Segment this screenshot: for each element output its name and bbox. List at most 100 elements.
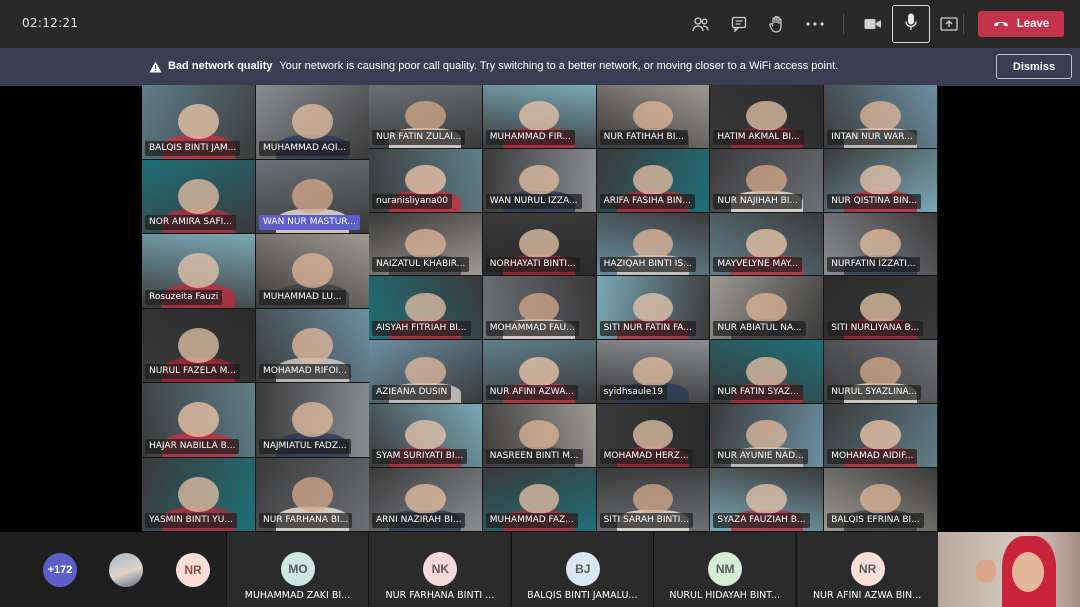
participant-video-tile[interactable]: NUR ABIATUL NA... xyxy=(710,276,824,340)
participant-name-label: MUHAMMAD FAZ... xyxy=(485,512,578,528)
participant-video-tile[interactable]: WAN NUR MASTUR... xyxy=(256,159,369,233)
participant-video-tile[interactable]: ARNI NAZIRAH BI... xyxy=(369,467,482,531)
avatar[interactable] xyxy=(109,553,143,587)
participant-face xyxy=(405,228,446,260)
warning-icon xyxy=(149,60,162,78)
participant-video-tile[interactable]: NUR FATIN SYAZ... xyxy=(710,340,824,403)
participant-video-tile[interactable]: NUR NAJIHAH BI... xyxy=(710,148,824,212)
participant-name-label: NURUL SYAZLINA... xyxy=(827,384,922,400)
participant-video-tile[interactable]: NUR FATIN ZULAI... xyxy=(369,85,482,148)
participant-video-tile[interactable]: NUR FARHANA BI... xyxy=(256,457,369,531)
participant-video-tile[interactable]: HAZIQAH BINTI IS... xyxy=(596,212,710,276)
participant-video-tile[interactable]: SYAZA FAUZIAH B... xyxy=(710,467,824,531)
participant-video-tile[interactable]: MUHAMMAD LU... xyxy=(256,234,369,308)
participant-video-tile[interactable]: NURFATIN IZZATI... xyxy=(824,212,937,276)
participant-video-tile[interactable]: NASREEN BINTI M... xyxy=(482,404,596,467)
participant-name-label: NURFATIN IZZATI... xyxy=(827,257,920,273)
camera-icon[interactable] xyxy=(861,12,885,36)
mic-button[interactable] xyxy=(892,5,930,43)
participant-name-label: NAJMIATUL FADZ... xyxy=(259,438,351,454)
participant-video-tile[interactable]: NORHAYATI BINTI... xyxy=(482,212,596,276)
participant-video-tile[interactable]: MAYVELYNE MAY... xyxy=(710,212,824,276)
participant-video-tile[interactable]: HAJAR NABILLA B... xyxy=(142,383,255,457)
participant-face xyxy=(405,420,446,451)
participant-name-label: Rosuzeita Fauzi xyxy=(145,289,223,305)
participant-video-tile[interactable]: HATIM AKMAL BI... xyxy=(710,85,824,148)
participant-name-label: MUHAMMAD FIR... xyxy=(485,129,575,145)
participant-name-label: INTAN NUR WAR... xyxy=(827,129,917,145)
banner-message: Your network is causing poor call qualit… xyxy=(279,60,839,72)
participant-video-tile[interactable]: YASMIN BINTI YU... xyxy=(142,457,255,531)
participant-video-tile[interactable]: NURUL SYAZLINA... xyxy=(824,340,937,403)
participant-video-tile[interactable]: MOHAMAD AIDIF... xyxy=(824,404,937,467)
participant-video-tile[interactable]: SITI SARAH BINTI... xyxy=(596,467,710,531)
participant-video-tile[interactable]: AISYAH FITRIAH BI... xyxy=(369,276,482,340)
people-icon[interactable] xyxy=(689,12,713,36)
participant-face xyxy=(746,228,788,260)
participant-face xyxy=(178,104,219,140)
leave-button[interactable]: Leave xyxy=(978,11,1064,37)
participant-video-tile[interactable]: SYAM SURIYATI BI... xyxy=(369,404,482,467)
participant-video-tile[interactable]: AZIEANA DUSIN xyxy=(369,340,482,403)
avatar[interactable]: NR xyxy=(176,553,210,587)
participant-name-label: HAJAR NABILLA B... xyxy=(145,438,240,454)
participant-name-label: MOHAMAD HERZ... xyxy=(599,448,693,464)
participant-face xyxy=(632,101,674,132)
participant-video-tile[interactable]: NAIZATUL KHABIR... xyxy=(369,212,482,276)
participant-name-label: NUR AYUNIE NAD... xyxy=(713,448,808,464)
participant-video-tile[interactable]: NOR AMIRA SAFI... xyxy=(142,159,255,233)
participant-video-tile[interactable]: MUHAMMAD FAZ... xyxy=(482,467,596,531)
avatar: NK xyxy=(423,552,458,586)
avatar: NM xyxy=(708,552,743,586)
participant-video-tile[interactable]: NUR QISTINA BIN... xyxy=(824,148,937,212)
participant-name-label: MOHAMAD AIDIF... xyxy=(827,448,918,464)
participant-name-label: NASREEN BINTI M... xyxy=(485,448,583,464)
participant-face xyxy=(292,104,333,140)
participant-video-tile[interactable]: SITI NURLIYANA B... xyxy=(824,276,937,340)
participant-name-label: NUR QISTINA BIN... xyxy=(827,193,922,209)
participant-video-tile[interactable]: MUHAMMAD AQI... xyxy=(256,85,369,159)
participant-video-tile[interactable]: NUR FATIHAH BI... xyxy=(596,85,710,148)
participant-name-label: AISYAH FITRIAH BI... xyxy=(372,321,471,337)
more-icon[interactable] xyxy=(803,12,827,36)
call-timer: 02:12:21 xyxy=(22,16,79,30)
participant-tile[interactable]: NK NUR FARHANA BINTI ... xyxy=(368,532,511,607)
chat-icon[interactable] xyxy=(727,12,751,36)
dismiss-button[interactable]: Dismiss xyxy=(996,54,1072,79)
participant-name-label: NUR FATIHAH BI... xyxy=(599,129,688,145)
participant-face xyxy=(632,356,674,387)
participant-video-tile[interactable]: SITI NUR FATIN FA... xyxy=(596,276,710,340)
participant-tile[interactable]: NM NURUL HIDAYAH BINT... xyxy=(653,532,796,607)
participant-video-tile[interactable]: NUR AFINI AZWA... xyxy=(482,340,596,403)
participant-video-tile[interactable]: nuranisliyana00 xyxy=(369,148,482,212)
participant-video-tile[interactable]: INTAN NUR WAR... xyxy=(824,85,937,148)
participant-video-tile[interactable]: MUHAMMAD FIR... xyxy=(482,85,596,148)
raise-hand-icon[interactable] xyxy=(765,12,789,36)
participant-video-tile[interactable]: ARIFA FASIHA BIN... xyxy=(596,148,710,212)
participant-video-tile[interactable]: NURUL FAZELA M... xyxy=(142,308,255,382)
banner-title: Bad network quality xyxy=(168,60,273,72)
participant-face xyxy=(178,327,219,363)
participant-video-tile[interactable]: NUR AYUNIE NAD... xyxy=(710,404,824,467)
hang-up-icon xyxy=(993,18,1009,30)
participant-video-tile[interactable]: syidhsaule19 xyxy=(596,340,710,403)
participant-video-tile[interactable]: MOHAMAD RIFOI... xyxy=(256,308,369,382)
participant-name-label: YASMIN BINTI YU... xyxy=(145,513,237,528)
participant-name-label: NUR FARHANA BI... xyxy=(259,513,353,528)
participant-video-tile[interactable]: BALQIS BINTI JAM... xyxy=(142,85,255,159)
overflow-participants-button[interactable]: +172 xyxy=(43,553,77,587)
participant-face xyxy=(405,356,446,387)
participant-tile[interactable]: BJ BALQIS BINTI JAMALU... xyxy=(510,532,653,607)
participant-face xyxy=(518,101,560,132)
participant-name-label: NUR FATIN ZULAI... xyxy=(372,129,466,145)
participant-tile[interactable]: MO MUHAMMAD ZAKI BI... xyxy=(226,532,368,607)
participant-tile[interactable]: NR NUR AFINI AZWA BIN... xyxy=(795,532,938,607)
participant-video-tile[interactable]: NAJMIATUL FADZ... xyxy=(256,383,369,457)
participant-video-tile[interactable]: WAN NURUL IZZA... xyxy=(482,148,596,212)
participant-video-tile[interactable]: MOHAMMAD FAU... xyxy=(482,276,596,340)
share-icon[interactable] xyxy=(937,12,961,36)
participant-video-tile[interactable]: MOHAMAD HERZ... xyxy=(596,404,710,467)
participant-video-tile[interactable]: BALQIS EFRINA BI... xyxy=(824,467,937,531)
avatar: BJ xyxy=(565,552,600,586)
participant-video-tile[interactable]: Rosuzeita Fauzi xyxy=(142,234,255,308)
